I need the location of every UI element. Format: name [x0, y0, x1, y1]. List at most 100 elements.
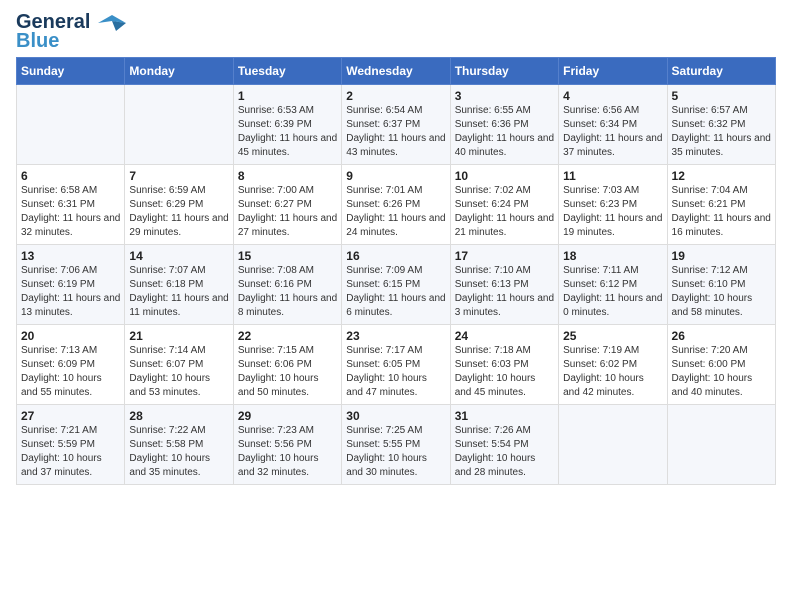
day-info: Sunrise: 7:26 AM Sunset: 5:54 PM Dayligh…	[455, 424, 554, 480]
calendar-week-3: 13Sunrise: 7:06 AM Sunset: 6:19 PM Dayli…	[17, 244, 776, 324]
day-info: Sunrise: 7:15 AM Sunset: 6:06 PM Dayligh…	[238, 344, 337, 400]
day-info: Sunrise: 7:19 AM Sunset: 6:02 PM Dayligh…	[563, 344, 662, 400]
day-info: Sunrise: 7:08 AM Sunset: 6:16 PM Dayligh…	[238, 264, 337, 320]
day-info: Sunrise: 7:01 AM Sunset: 6:26 PM Dayligh…	[346, 184, 445, 240]
day-number: 11	[563, 169, 662, 183]
day-info: Sunrise: 7:25 AM Sunset: 5:55 PM Dayligh…	[346, 424, 445, 480]
day-info: Sunrise: 7:10 AM Sunset: 6:13 PM Dayligh…	[455, 264, 554, 320]
day-number: 24	[455, 329, 554, 343]
calendar-cell: 10Sunrise: 7:02 AM Sunset: 6:24 PM Dayli…	[450, 164, 558, 244]
calendar-cell: 9Sunrise: 7:01 AM Sunset: 6:26 PM Daylig…	[342, 164, 450, 244]
day-header-saturday: Saturday	[667, 57, 775, 84]
calendar-week-5: 27Sunrise: 7:21 AM Sunset: 5:59 PM Dayli…	[17, 404, 776, 484]
day-info: Sunrise: 7:12 AM Sunset: 6:10 PM Dayligh…	[672, 264, 771, 320]
calendar-cell: 19Sunrise: 7:12 AM Sunset: 6:10 PM Dayli…	[667, 244, 775, 324]
calendar-cell	[667, 404, 775, 484]
day-number: 25	[563, 329, 662, 343]
day-number: 15	[238, 249, 337, 263]
day-header-monday: Monday	[125, 57, 233, 84]
day-info: Sunrise: 6:54 AM Sunset: 6:37 PM Dayligh…	[346, 104, 445, 160]
calendar-cell: 21Sunrise: 7:14 AM Sunset: 6:07 PM Dayli…	[125, 324, 233, 404]
day-number: 28	[129, 409, 228, 423]
calendar-cell	[125, 84, 233, 164]
day-number: 16	[346, 249, 445, 263]
day-number: 5	[672, 89, 771, 103]
day-info: Sunrise: 7:20 AM Sunset: 6:00 PM Dayligh…	[672, 344, 771, 400]
calendar-cell: 25Sunrise: 7:19 AM Sunset: 6:02 PM Dayli…	[559, 324, 667, 404]
day-number: 20	[21, 329, 120, 343]
calendar-cell: 29Sunrise: 7:23 AM Sunset: 5:56 PM Dayli…	[233, 404, 341, 484]
day-info: Sunrise: 7:11 AM Sunset: 6:12 PM Dayligh…	[563, 264, 662, 320]
day-info: Sunrise: 7:09 AM Sunset: 6:15 PM Dayligh…	[346, 264, 445, 320]
day-info: Sunrise: 7:18 AM Sunset: 6:03 PM Dayligh…	[455, 344, 554, 400]
day-number: 3	[455, 89, 554, 103]
day-info: Sunrise: 6:57 AM Sunset: 6:32 PM Dayligh…	[672, 104, 771, 160]
day-info: Sunrise: 7:03 AM Sunset: 6:23 PM Dayligh…	[563, 184, 662, 240]
day-info: Sunrise: 6:56 AM Sunset: 6:34 PM Dayligh…	[563, 104, 662, 160]
day-info: Sunrise: 6:53 AM Sunset: 6:39 PM Dayligh…	[238, 104, 337, 160]
calendar-header-row: SundayMondayTuesdayWednesdayThursdayFrid…	[17, 57, 776, 84]
day-header-thursday: Thursday	[450, 57, 558, 84]
day-number: 23	[346, 329, 445, 343]
calendar-week-2: 6Sunrise: 6:58 AM Sunset: 6:31 PM Daylig…	[17, 164, 776, 244]
calendar-cell: 6Sunrise: 6:58 AM Sunset: 6:31 PM Daylig…	[17, 164, 125, 244]
calendar-table: SundayMondayTuesdayWednesdayThursdayFrid…	[16, 57, 776, 485]
day-info: Sunrise: 7:06 AM Sunset: 6:19 PM Dayligh…	[21, 264, 120, 320]
day-header-sunday: Sunday	[17, 57, 125, 84]
calendar-cell: 31Sunrise: 7:26 AM Sunset: 5:54 PM Dayli…	[450, 404, 558, 484]
logo: General Blue	[16, 12, 126, 51]
calendar-week-4: 20Sunrise: 7:13 AM Sunset: 6:09 PM Dayli…	[17, 324, 776, 404]
calendar-cell: 5Sunrise: 6:57 AM Sunset: 6:32 PM Daylig…	[667, 84, 775, 164]
calendar-cell: 12Sunrise: 7:04 AM Sunset: 6:21 PM Dayli…	[667, 164, 775, 244]
day-number: 6	[21, 169, 120, 183]
day-number: 29	[238, 409, 337, 423]
day-info: Sunrise: 6:59 AM Sunset: 6:29 PM Dayligh…	[129, 184, 228, 240]
day-number: 21	[129, 329, 228, 343]
day-header-wednesday: Wednesday	[342, 57, 450, 84]
day-number: 31	[455, 409, 554, 423]
calendar-cell: 8Sunrise: 7:00 AM Sunset: 6:27 PM Daylig…	[233, 164, 341, 244]
day-number: 27	[21, 409, 120, 423]
calendar-cell: 30Sunrise: 7:25 AM Sunset: 5:55 PM Dayli…	[342, 404, 450, 484]
day-info: Sunrise: 7:13 AM Sunset: 6:09 PM Dayligh…	[21, 344, 120, 400]
day-number: 1	[238, 89, 337, 103]
day-number: 7	[129, 169, 228, 183]
day-number: 30	[346, 409, 445, 423]
day-number: 9	[346, 169, 445, 183]
day-number: 14	[129, 249, 228, 263]
calendar-cell: 2Sunrise: 6:54 AM Sunset: 6:37 PM Daylig…	[342, 84, 450, 164]
day-number: 2	[346, 89, 445, 103]
calendar-cell: 1Sunrise: 6:53 AM Sunset: 6:39 PM Daylig…	[233, 84, 341, 164]
day-number: 10	[455, 169, 554, 183]
day-number: 26	[672, 329, 771, 343]
logo-bird-icon	[98, 13, 126, 33]
day-number: 18	[563, 249, 662, 263]
day-header-friday: Friday	[559, 57, 667, 84]
calendar-cell	[559, 404, 667, 484]
day-number: 17	[455, 249, 554, 263]
day-info: Sunrise: 7:17 AM Sunset: 6:05 PM Dayligh…	[346, 344, 445, 400]
calendar-cell: 28Sunrise: 7:22 AM Sunset: 5:58 PM Dayli…	[125, 404, 233, 484]
calendar-cell: 20Sunrise: 7:13 AM Sunset: 6:09 PM Dayli…	[17, 324, 125, 404]
calendar-cell: 24Sunrise: 7:18 AM Sunset: 6:03 PM Dayli…	[450, 324, 558, 404]
calendar-cell: 4Sunrise: 6:56 AM Sunset: 6:34 PM Daylig…	[559, 84, 667, 164]
calendar-cell: 23Sunrise: 7:17 AM Sunset: 6:05 PM Dayli…	[342, 324, 450, 404]
day-number: 13	[21, 249, 120, 263]
day-info: Sunrise: 7:07 AM Sunset: 6:18 PM Dayligh…	[129, 264, 228, 320]
day-info: Sunrise: 7:04 AM Sunset: 6:21 PM Dayligh…	[672, 184, 771, 240]
day-info: Sunrise: 7:14 AM Sunset: 6:07 PM Dayligh…	[129, 344, 228, 400]
logo-blue: Blue	[16, 31, 59, 51]
calendar-cell: 7Sunrise: 6:59 AM Sunset: 6:29 PM Daylig…	[125, 164, 233, 244]
day-info: Sunrise: 6:55 AM Sunset: 6:36 PM Dayligh…	[455, 104, 554, 160]
calendar-cell: 22Sunrise: 7:15 AM Sunset: 6:06 PM Dayli…	[233, 324, 341, 404]
calendar-cell: 27Sunrise: 7:21 AM Sunset: 5:59 PM Dayli…	[17, 404, 125, 484]
day-number: 8	[238, 169, 337, 183]
day-number: 4	[563, 89, 662, 103]
day-info: Sunrise: 7:23 AM Sunset: 5:56 PM Dayligh…	[238, 424, 337, 480]
calendar-cell: 17Sunrise: 7:10 AM Sunset: 6:13 PM Dayli…	[450, 244, 558, 324]
day-info: Sunrise: 6:58 AM Sunset: 6:31 PM Dayligh…	[21, 184, 120, 240]
day-info: Sunrise: 7:02 AM Sunset: 6:24 PM Dayligh…	[455, 184, 554, 240]
day-number: 22	[238, 329, 337, 343]
calendar-cell: 18Sunrise: 7:11 AM Sunset: 6:12 PM Dayli…	[559, 244, 667, 324]
calendar-cell: 26Sunrise: 7:20 AM Sunset: 6:00 PM Dayli…	[667, 324, 775, 404]
